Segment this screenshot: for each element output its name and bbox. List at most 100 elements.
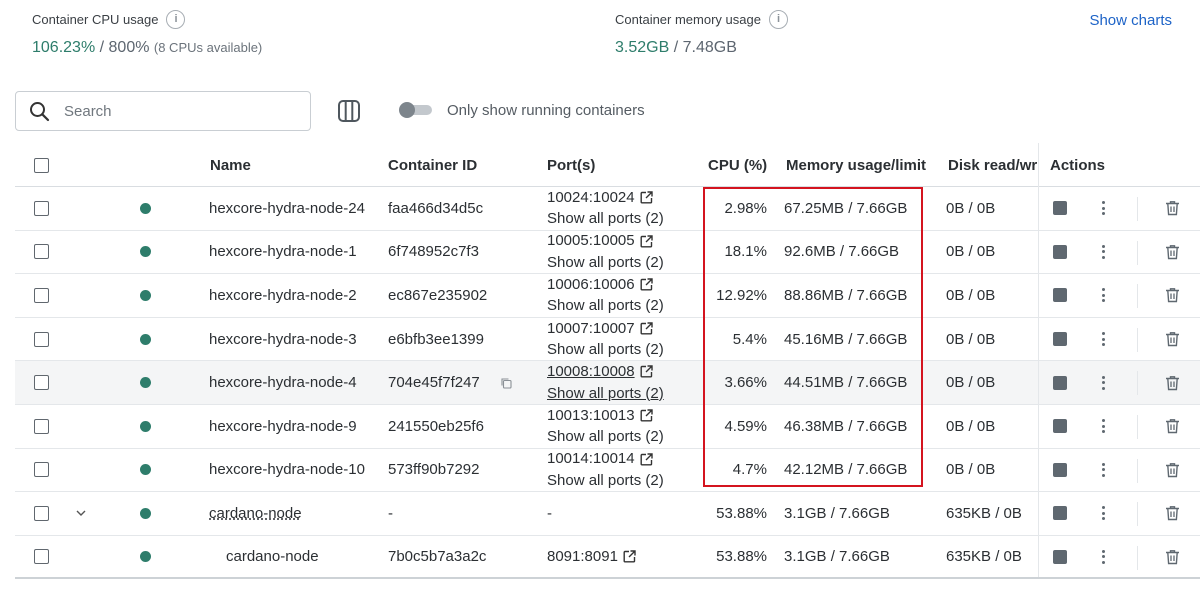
- table-row-group[interactable]: cardano-node - - 53.88% 3.1GB / 7.66GB 635KB …: [15, 492, 1200, 536]
- row-checkbox[interactable]: [34, 549, 49, 565]
- table-row[interactable]: hexcore-hydra-node-2 ec867e235902 10006:10…: [15, 274, 1200, 318]
- port-link[interactable]: 10024:10024: [547, 187, 635, 208]
- external-link-icon[interactable]: [640, 365, 653, 378]
- delete-button[interactable]: [1165, 505, 1180, 521]
- header-cpu[interactable]: CPU (%): [708, 145, 768, 186]
- search-box[interactable]: [15, 91, 311, 131]
- cpu-usage-stat: Container CPU usage i 106.23% / 800% (8 …: [32, 9, 262, 57]
- columns-button[interactable]: [336, 98, 362, 124]
- stop-button[interactable]: [1053, 506, 1067, 521]
- header-disk[interactable]: Disk read/write: [948, 145, 1039, 186]
- more-actions-button[interactable]: [1096, 287, 1110, 303]
- search-input[interactable]: [64, 102, 284, 120]
- stop-button[interactable]: [1053, 375, 1067, 390]
- delete-button[interactable]: [1165, 331, 1180, 347]
- stop-button[interactable]: [1053, 549, 1067, 564]
- running-only-toggle[interactable]: [399, 102, 432, 118]
- row-checkbox[interactable]: [34, 505, 49, 521]
- table-row[interactable]: hexcore-hydra-node-3 e6bfb3ee1399 10007:10…: [15, 318, 1200, 362]
- row-checkbox[interactable]: [34, 331, 49, 347]
- info-icon[interactable]: i: [768, 9, 788, 29]
- row-checkbox[interactable]: [34, 287, 49, 303]
- container-name[interactable]: hexcore-hydra-node-4: [209, 361, 384, 404]
- external-link-icon[interactable]: [640, 191, 653, 204]
- external-link-icon[interactable]: [640, 234, 653, 248]
- table-row[interactable]: hexcore-hydra-node-10 573ff90b7292 10014:1…: [15, 449, 1200, 493]
- show-all-ports-link[interactable]: Show all ports (2): [547, 470, 664, 491]
- stop-button[interactable]: [1053, 244, 1067, 259]
- port-link[interactable]: 10006:10006: [547, 274, 635, 295]
- table-row[interactable]: cardano-node 7b0c5b7a3a2c 8091:8091 53.88% 3…: [15, 536, 1200, 580]
- delete-button[interactable]: [1165, 375, 1180, 391]
- more-actions-button[interactable]: [1096, 244, 1110, 260]
- show-all-ports-link[interactable]: Show all ports (2): [547, 339, 664, 360]
- stop-button[interactable]: [1053, 419, 1067, 434]
- chevron-down-icon[interactable]: [75, 509, 87, 517]
- more-actions-button[interactable]: [1096, 549, 1110, 565]
- stop-button[interactable]: [1053, 201, 1067, 216]
- delete-button[interactable]: [1165, 200, 1180, 216]
- show-all-ports-link[interactable]: Show all ports (2): [547, 252, 664, 273]
- select-all-checkbox[interactable]: [34, 158, 49, 173]
- show-all-ports-link[interactable]: Show all ports (2): [547, 426, 664, 447]
- delete-button[interactable]: [1165, 244, 1180, 260]
- show-charts-link[interactable]: Show charts: [1089, 12, 1172, 29]
- delete-button[interactable]: [1165, 462, 1180, 478]
- stop-button[interactable]: [1053, 288, 1067, 303]
- header-container-id[interactable]: Container ID: [388, 145, 503, 186]
- port-link[interactable]: 10014:10014: [547, 449, 635, 470]
- external-link-icon[interactable]: [623, 550, 636, 563]
- stop-button[interactable]: [1053, 332, 1067, 347]
- table-row[interactable]: hexcore-hydra-node-1 6f748952c7f3 10005:10…: [15, 231, 1200, 275]
- container-name[interactable]: hexcore-hydra-node-10: [209, 449, 384, 492]
- disk-value: 0B / 0B: [946, 374, 996, 392]
- cpu-value: 53.88%: [716, 504, 767, 522]
- show-all-ports-link[interactable]: Show all ports (2): [547, 208, 664, 229]
- delete-button[interactable]: [1165, 418, 1180, 434]
- info-icon[interactable]: i: [166, 9, 186, 29]
- header-ports[interactable]: Port(s): [547, 145, 687, 186]
- group-name[interactable]: cardano-node: [209, 505, 302, 522]
- port-link[interactable]: 10005:10005: [547, 231, 635, 252]
- container-name[interactable]: hexcore-hydra-node-24: [209, 187, 384, 230]
- disk-value: 635KB / 0B: [946, 548, 1022, 566]
- header-name[interactable]: Name: [210, 145, 385, 186]
- table-row[interactable]: hexcore-hydra-node-9 241550eb25f6 10013:10…: [15, 405, 1200, 449]
- row-checkbox[interactable]: [34, 375, 49, 391]
- trash-icon: [1166, 506, 1179, 521]
- copy-icon[interactable]: [500, 377, 512, 389]
- more-actions-button[interactable]: [1096, 375, 1110, 391]
- external-link-icon[interactable]: [640, 409, 653, 422]
- container-name[interactable]: hexcore-hydra-node-9: [209, 405, 384, 448]
- port-link[interactable]: 10013:10013: [547, 405, 635, 426]
- row-checkbox[interactable]: [34, 244, 49, 260]
- cpu-value: 4.7%: [732, 461, 767, 479]
- row-checkbox[interactable]: [34, 200, 49, 216]
- running-status-icon: [140, 246, 151, 258]
- row-checkbox[interactable]: [34, 418, 49, 434]
- container-name[interactable]: hexcore-hydra-node-2: [209, 274, 384, 317]
- more-actions-button[interactable]: [1096, 200, 1110, 216]
- header-memory[interactable]: Memory usage/limit: [786, 145, 936, 186]
- container-name[interactable]: hexcore-hydra-node-3: [209, 318, 384, 361]
- show-all-ports-link[interactable]: Show all ports (2): [547, 295, 664, 316]
- container-name[interactable]: hexcore-hydra-node-1: [209, 231, 384, 274]
- port-link[interactable]: 8091:8091: [547, 548, 618, 565]
- delete-button[interactable]: [1165, 549, 1180, 565]
- more-actions-button[interactable]: [1096, 462, 1110, 478]
- external-link-icon[interactable]: [640, 452, 653, 466]
- container-name[interactable]: cardano-node: [209, 536, 384, 578]
- row-checkbox[interactable]: [34, 462, 49, 478]
- port-link[interactable]: 10008:10008: [547, 361, 635, 382]
- external-link-icon[interactable]: [640, 278, 653, 291]
- more-actions-button[interactable]: [1096, 331, 1110, 347]
- table-row[interactable]: hexcore-hydra-node-4 704e45f7f247 10008:10…: [15, 361, 1200, 405]
- more-actions-button[interactable]: [1096, 418, 1110, 434]
- table-row[interactable]: hexcore-hydra-node-24 faa466d34d5c 10024:1…: [15, 187, 1200, 231]
- show-all-ports-link[interactable]: Show all ports (2): [547, 383, 664, 404]
- stop-button[interactable]: [1053, 462, 1067, 477]
- delete-button[interactable]: [1165, 287, 1180, 303]
- external-link-icon[interactable]: [640, 322, 653, 335]
- more-actions-button[interactable]: [1096, 505, 1110, 521]
- port-link[interactable]: 10007:10007: [547, 318, 635, 339]
